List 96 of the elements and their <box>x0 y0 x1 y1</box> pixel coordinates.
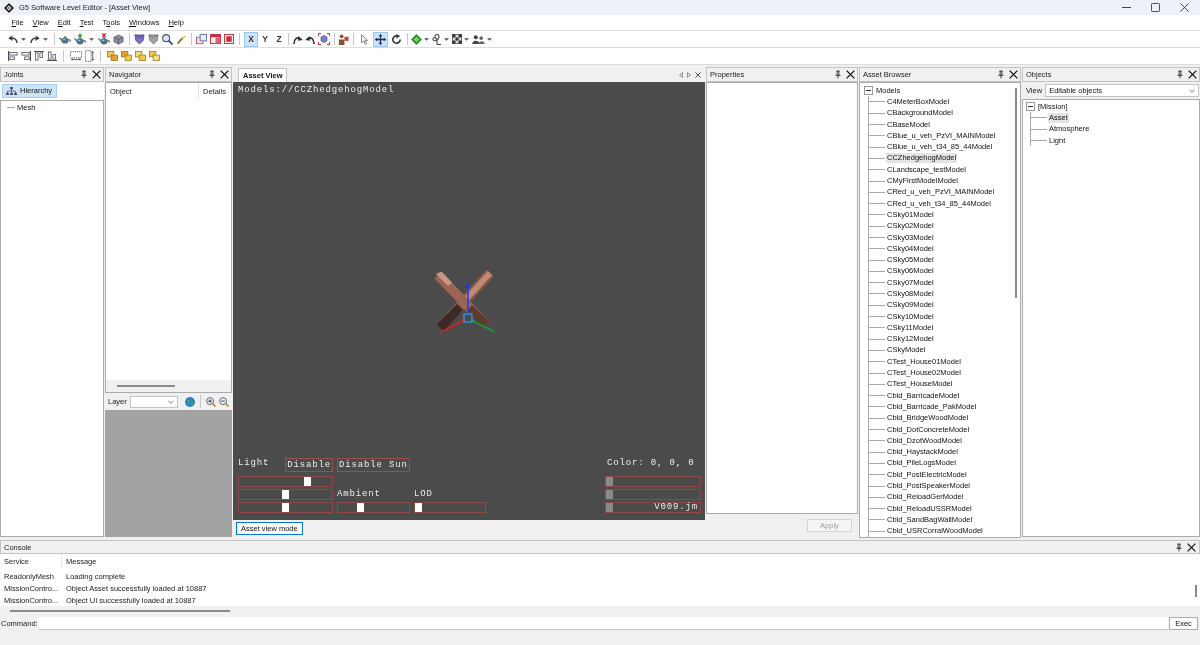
color-reading: Color: 0, 0, 0 <box>606 458 695 469</box>
stacked-squares-icon[interactable] <box>107 51 118 61</box>
dashed-frame-icon[interactable] <box>85 50 94 62</box>
disable-light-button[interactable]: Disable <box>285 458 333 472</box>
align-bottom-icon[interactable] <box>47 51 57 61</box>
slider-value: V009.jm <box>654 502 699 513</box>
pin-icon[interactable] <box>81 70 87 79</box>
pin-icon[interactable] <box>998 70 1004 79</box>
slider-track[interactable] <box>238 502 333 513</box>
axis-toggle-button[interactable]: Y <box>258 31 272 47</box>
scroll-right-icon[interactable] <box>687 72 691 78</box>
curved-arrow-icon[interactable] <box>305 34 316 44</box>
close-icon[interactable] <box>1188 70 1197 79</box>
diamond-icon[interactable] <box>411 33 422 45</box>
dropdown-caret-icon[interactable] <box>89 37 94 41</box>
close-icon[interactable] <box>1180 3 1189 12</box>
teapot-plus-icon[interactable] <box>74 33 86 45</box>
search-icon[interactable] <box>162 33 173 45</box>
framed-cube-icon[interactable] <box>318 33 330 45</box>
close-icon[interactable] <box>92 70 101 79</box>
maximize-icon[interactable] <box>1151 3 1160 12</box>
undo-arrow-icon[interactable] <box>8 35 18 43</box>
pin-icon[interactable] <box>1176 542 1182 552</box>
slider-track[interactable] <box>605 476 701 487</box>
slider-track[interactable] <box>337 502 410 513</box>
scrollbar[interactable] <box>10 610 230 612</box>
dropdown-caret-icon[interactable] <box>424 37 429 41</box>
slider-track[interactable] <box>238 489 333 500</box>
redo-arrow-icon[interactable] <box>30 35 40 43</box>
globe-icon[interactable] <box>184 396 195 407</box>
app-logo-icon <box>4 2 14 13</box>
curved-arrow-icon[interactable] <box>292 34 303 44</box>
pin-icon[interactable] <box>1177 70 1183 79</box>
align-right-icon[interactable] <box>21 51 31 61</box>
model-render <box>432 269 498 335</box>
collapse-box-icon[interactable] <box>1026 102 1035 112</box>
slider-thumb[interactable] <box>282 503 289 512</box>
zoom-in-icon[interactable] <box>205 396 216 407</box>
box-icon[interactable] <box>113 33 124 45</box>
model-path: Models://CCZhedgehogModel <box>237 84 395 96</box>
lod-label: LOD <box>414 489 434 500</box>
dashed-frame-icon[interactable] <box>70 51 82 61</box>
loop-icon[interactable] <box>432 33 442 45</box>
teapot-cross-icon[interactable] <box>98 33 110 45</box>
people-icon[interactable] <box>472 34 485 44</box>
shield-icon[interactable] <box>148 33 159 45</box>
slider-thumb[interactable] <box>357 503 365 512</box>
checkered-grid-icon[interactable] <box>452 34 462 44</box>
dropdown-caret-icon[interactable] <box>464 37 469 41</box>
slider-track[interactable] <box>605 489 701 500</box>
stacked-squares-icon[interactable] <box>121 51 132 61</box>
figure-icon[interactable] <box>338 33 349 45</box>
light-label: Light <box>238 458 270 469</box>
teapot-icon[interactable] <box>59 34 71 44</box>
collapse-box-icon[interactable] <box>864 86 873 96</box>
zoom-out-icon[interactable] <box>218 396 229 407</box>
chevron-down-icon <box>167 399 174 404</box>
slider-thumb[interactable] <box>303 477 311 486</box>
slider-track[interactable] <box>238 476 333 487</box>
axis-toggle-button[interactable]: X <box>244 31 258 47</box>
scrollbar[interactable] <box>1195 585 1197 597</box>
command-field[interactable] <box>38 617 1168 630</box>
hierarchy-icon <box>6 87 17 95</box>
dropdown-caret-icon[interactable] <box>21 37 26 41</box>
dropdown-caret-icon[interactable] <box>444 37 449 41</box>
pin-icon[interactable] <box>835 70 841 79</box>
close-icon[interactable] <box>846 70 855 79</box>
slider-track[interactable] <box>414 502 486 513</box>
windows-icon[interactable] <box>196 33 207 45</box>
slider-thumb[interactable] <box>282 490 289 499</box>
close-icon[interactable] <box>1187 542 1196 552</box>
wand-icon[interactable] <box>176 33 186 45</box>
move-icon <box>375 33 386 45</box>
disable-sun-button[interactable]: Disable Sun <box>337 458 410 472</box>
close-icon[interactable] <box>695 72 701 78</box>
stacked-squares-icon[interactable] <box>149 51 160 61</box>
square-icon[interactable] <box>224 34 234 44</box>
move-tool-button[interactable] <box>373 31 388 47</box>
close-icon[interactable] <box>220 70 229 79</box>
scroll-left-icon[interactable] <box>679 72 683 78</box>
window-icon[interactable] <box>210 34 221 44</box>
pin-icon[interactable] <box>209 70 215 79</box>
scrollbar[interactable] <box>1014 88 1017 298</box>
axis-toggle-button[interactable]: Z <box>272 31 286 47</box>
slider-thumb[interactable] <box>415 503 422 512</box>
rotate-icon <box>391 33 402 45</box>
dropdown-caret-icon[interactable] <box>43 37 48 41</box>
close-icon[interactable] <box>1009 70 1018 79</box>
scrollbar[interactable] <box>117 385 175 387</box>
ambient-label: Ambient <box>337 489 382 500</box>
shield-icon[interactable] <box>134 33 145 45</box>
align-top-icon[interactable] <box>34 51 44 61</box>
stacked-squares-icon[interactable] <box>135 51 146 61</box>
align-left-icon[interactable] <box>8 51 18 61</box>
chevron-down-icon <box>1189 88 1195 93</box>
dropdown-caret-icon[interactable] <box>487 37 492 41</box>
